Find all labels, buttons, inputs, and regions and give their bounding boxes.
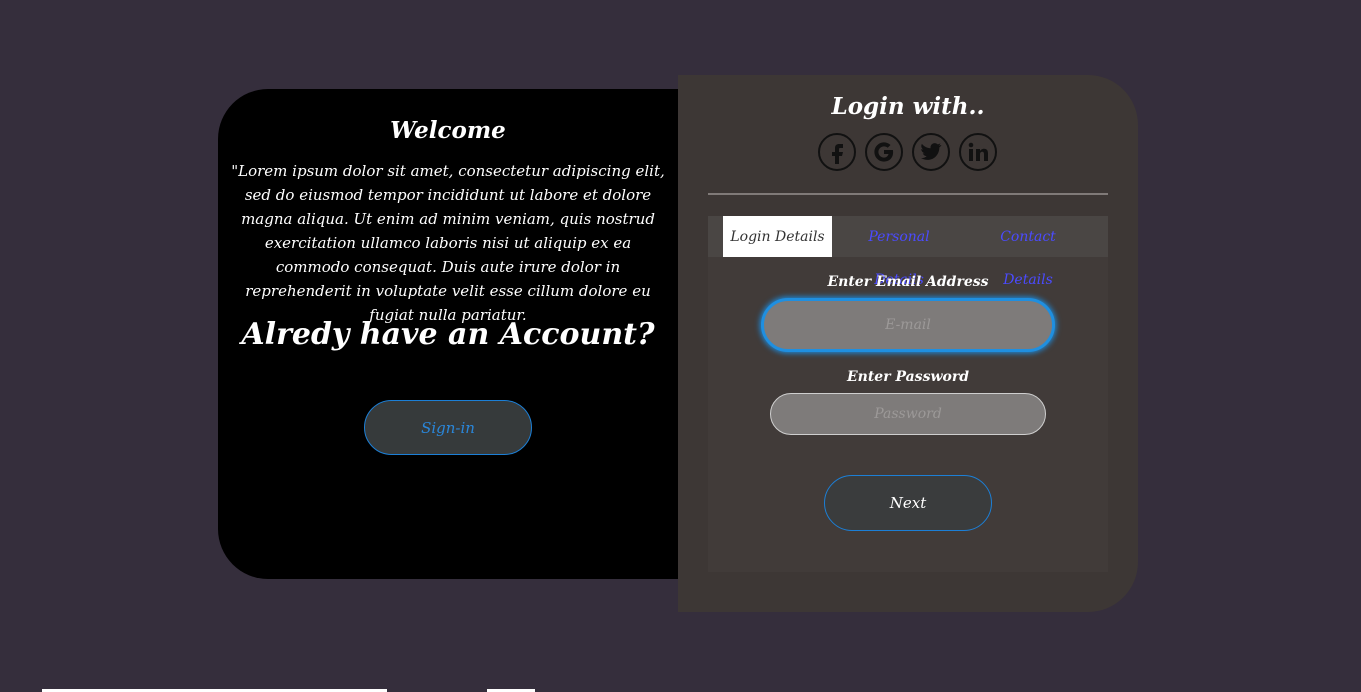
email-field[interactable] <box>761 298 1055 352</box>
email-label: Enter Email Address <box>827 274 989 290</box>
password-field[interactable] <box>770 393 1046 435</box>
divider <box>708 193 1108 195</box>
tab-login-details[interactable]: Login Details <box>723 216 832 257</box>
login-panel: Login with.. Login Details Personal Deta… <box>678 75 1138 612</box>
facebook-icon[interactable] <box>818 133 856 171</box>
welcome-title: Welcome <box>390 117 506 144</box>
next-button[interactable]: Next <box>824 475 992 531</box>
login-with-heading: Login with.. <box>831 93 985 120</box>
account-heading: Alredy have an Account? <box>241 317 655 352</box>
linkedin-icon[interactable] <box>959 133 997 171</box>
tab-personal-details[interactable]: Personal Details <box>844 216 954 288</box>
tab-contact-details[interactable]: Contact Details <box>976 216 1080 288</box>
welcome-text: "Lorem ipsum dolor sit amet, consectetur… <box>231 162 665 324</box>
login-form-card: Login Details Personal Details Contact D… <box>708 216 1108 572</box>
social-login-row <box>818 133 998 173</box>
password-label: Enter Password <box>846 369 969 385</box>
google-icon[interactable] <box>865 133 903 171</box>
welcome-panel: Welcome "Lorem ipsum dolor sit amet, con… <box>218 89 678 579</box>
twitter-icon[interactable] <box>912 133 950 171</box>
signin-button[interactable]: Sign-in <box>364 400 532 455</box>
tab-bar: Login Details Personal Details Contact D… <box>708 216 1108 288</box>
